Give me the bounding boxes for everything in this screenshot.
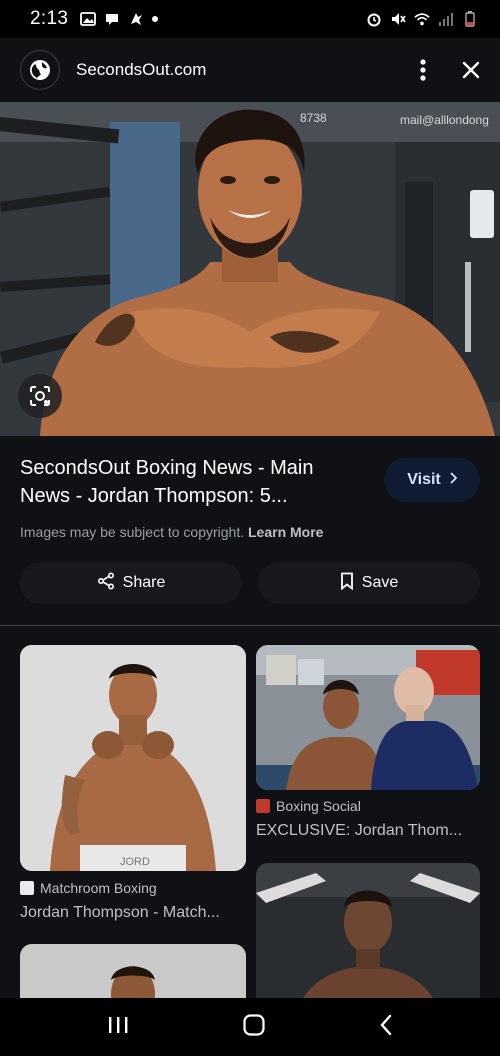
related-source-2-label: Boxing Social [276,798,361,814]
more-notifications-dot [152,16,159,22]
result-title[interactable]: SecondsOut Boxing News - Main News - Jor… [20,454,370,510]
learn-more-link[interactable]: Learn More [248,524,323,540]
lens-search-button[interactable] [18,374,62,418]
related-source-2[interactable]: Boxing Social [256,798,361,814]
related-source-1[interactable]: Matchroom Boxing [20,880,157,896]
result-title-line-1: SecondsOut Boxing News - Main [20,457,314,479]
result-info-panel: SecondsOut Boxing News - Main News - Jor… [0,436,500,626]
related-image-3[interactable] [20,944,246,998]
site-name[interactable]: SecondsOut.com [76,60,206,80]
status-time: 2:13 [30,8,69,29]
hero-wall-email: mail@alllondong [400,113,489,127]
notification-app-icon [104,11,120,27]
share-label: Share [122,574,166,591]
viewer-top-bar: SecondsOut.com [0,38,500,102]
share-button[interactable]: Share [20,562,242,604]
home-icon[interactable] [242,1013,266,1042]
status-bar: 2:13 [0,0,500,38]
alarm-icon [366,11,382,27]
matchroom-logo-icon [20,881,34,895]
boxing-social-logo-icon [256,799,270,813]
related-images-grid: JORD Matchroom Boxing Jordan Thompson - … [0,626,500,998]
battery-icon [462,11,478,27]
copyright-text: Images may be subject to copyright. [20,524,245,540]
bird-icon [128,11,144,27]
related-image-4[interactable] [256,863,480,998]
related-source-1-label: Matchroom Boxing [40,880,157,896]
gallery-icon [80,11,97,27]
main-image[interactable]: 8738 mail@alllondong [0,102,500,436]
chevron-right-icon [449,471,458,489]
copyright-notice: Images may be subject to copyright. Lear… [20,524,323,540]
signal-icon [438,11,454,27]
shorts-waistband-text: JORD [120,856,150,868]
close-icon[interactable] [462,61,480,79]
visit-button[interactable]: Visit [384,458,480,502]
related-image-2[interactable] [256,645,480,790]
recent-apps-icon[interactable] [107,1015,129,1040]
site-globe-icon[interactable] [20,50,60,90]
hero-wall-number: 8738 [300,111,327,125]
bookmark-icon [340,572,354,595]
result-title-line-2: News - Jordan Thompson: 5... [20,485,288,507]
related-image-1[interactable]: JORD [20,645,246,871]
visit-label: Visit [407,471,441,488]
mute-icon [390,11,406,27]
share-icon [97,571,115,595]
wifi-icon [414,11,430,27]
system-navigation-bar [0,998,500,1056]
save-label: Save [361,574,399,591]
related-caption-1[interactable]: Jordan Thompson - Match... [20,904,246,922]
related-caption-2[interactable]: EXCLUSIVE: Jordan Thom... [256,822,480,840]
back-icon[interactable] [379,1014,393,1041]
more-options-icon[interactable] [420,59,426,81]
save-button[interactable]: Save [258,562,480,604]
